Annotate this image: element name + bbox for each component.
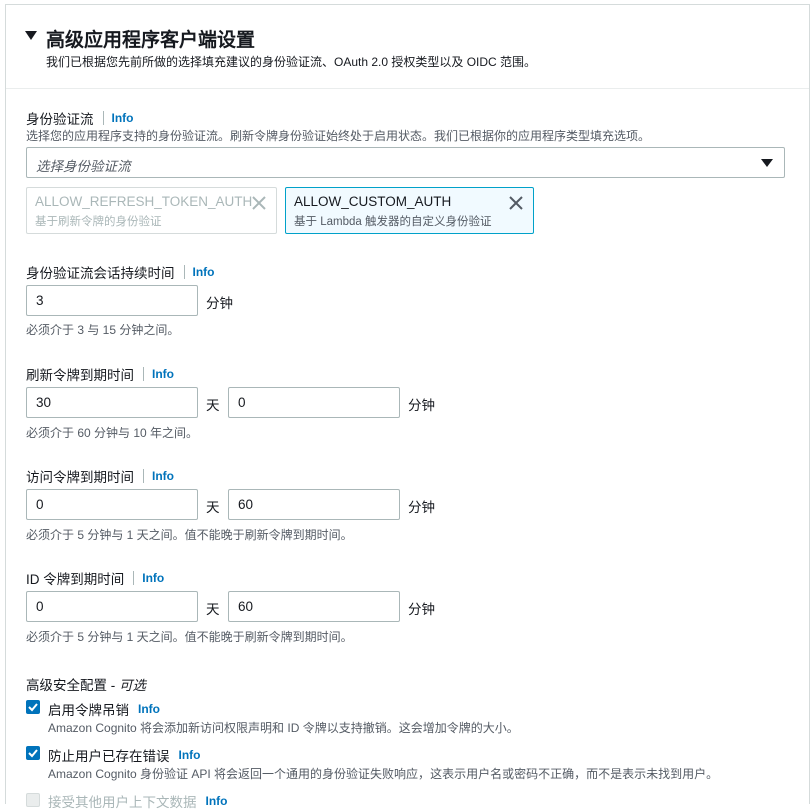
id-token-days-unit: 天	[206, 602, 220, 617]
session-duration-label: 身份验证流会话持续时间	[26, 266, 175, 281]
id-token-minutes-input[interactable]	[228, 591, 400, 622]
refresh-token-info-link[interactable]: Info	[152, 367, 174, 381]
close-icon	[252, 196, 266, 210]
token-revocation-label-row: 启用令牌吊销 Info	[48, 699, 160, 719]
check-icon	[28, 703, 38, 712]
token-revocation-description: Amazon Cognito 将会添加新访问权限声明和 ID 令牌以支持撤销。这…	[48, 721, 519, 735]
additional-user-context-info-link[interactable]: Info	[206, 794, 228, 808]
id-token-minutes-unit: 分钟	[408, 602, 435, 617]
access-token-hint: 必须介于 5 分钟与 1 天之间。值不能晚于刷新令牌到期时间。	[26, 528, 353, 542]
prevent-user-existence-errors-label-row: 防止用户已存在错误 Info	[48, 745, 201, 765]
token-name: ALLOW_CUSTOM_AUTH	[294, 194, 452, 209]
advanced-app-client-settings-panel: 高级应用程序客户端设置 我们已根据您先前所做的选择填充建议的身份验证流、OAut…	[5, 4, 810, 810]
auth-flows-label: 身份验证流	[26, 112, 94, 127]
access-token-minutes-input[interactable]	[228, 489, 400, 520]
check-icon	[28, 749, 38, 758]
token-revocation-info-link[interactable]: Info	[138, 702, 160, 716]
advanced-security-label: 高级安全配置 - 可选	[26, 674, 146, 694]
id-token-label-row: ID 令牌到期时间 Info	[26, 568, 164, 588]
separator	[183, 265, 185, 279]
separator	[133, 571, 135, 585]
additional-user-context-label: 接受其他用户上下文数据	[48, 795, 197, 810]
prevent-user-existence-errors-description: Amazon Cognito 身份验证 API 将会返回一个通用的身份验证失败响…	[48, 767, 719, 781]
token-allow-custom-auth: ALLOW_CUSTOM_AUTH 基于 Lambda 触发器的自定义身份验证	[285, 187, 534, 234]
auth-flows-placeholder: 选择身份验证流	[36, 159, 131, 174]
additional-user-context-label-row: 接受其他用户上下文数据 Info	[48, 791, 228, 811]
auth-flows-description: 选择您的应用程序支持的身份验证流。刷新令牌身份验证始终处于启用状态。我们已根据你…	[26, 129, 651, 143]
auth-flows-label-row: 身份验证流 Info	[26, 108, 134, 128]
token-description: 基于刷新令牌的身份验证	[35, 216, 162, 228]
separator	[143, 367, 144, 381]
token-name: ALLOW_REFRESH_TOKEN_AUTH	[35, 194, 253, 209]
refresh-token-label: 刷新令牌到期时间	[26, 368, 134, 383]
access-token-minutes-unit: 分钟	[408, 500, 435, 515]
section-title: 高级应用程序客户端设置	[46, 30, 256, 51]
optional-tag: 可选	[119, 678, 146, 693]
token-allow-refresh-token-auth: ALLOW_REFRESH_TOKEN_AUTH 基于刷新令牌的身份验证	[26, 187, 277, 234]
additional-user-context-checkbox[interactable]	[26, 793, 40, 807]
access-token-days-input[interactable]	[26, 489, 198, 520]
refresh-token-hint: 必须介于 60 分钟与 10 年之间。	[26, 426, 199, 440]
refresh-token-days-input[interactable]	[26, 387, 198, 418]
prevent-user-existence-errors-checkbox[interactable]	[26, 746, 40, 760]
id-token-days-input[interactable]	[26, 591, 198, 622]
session-duration-unit: 分钟	[206, 296, 233, 311]
refresh-token-label-row: 刷新令牌到期时间 Info	[26, 364, 174, 384]
auth-flows-info-link[interactable]: Info	[112, 111, 134, 125]
id-token-hint: 必须介于 5 分钟与 1 天之间。值不能晚于刷新令牌到期时间。	[26, 630, 353, 644]
section-subtitle: 我们已根据您先前所做的选择填充建议的身份验证流、OAuth 2.0 授权类型以及…	[46, 55, 537, 69]
auth-flows-select[interactable]: 选择身份验证流	[26, 147, 785, 178]
access-token-label: 访问令牌到期时间	[26, 470, 134, 485]
caret-down-icon	[761, 159, 773, 167]
separator	[102, 111, 104, 125]
refresh-token-minutes-input[interactable]	[228, 387, 400, 418]
id-token-label: ID 令牌到期时间	[26, 572, 125, 587]
prevent-user-existence-errors-label[interactable]: 防止用户已存在错误	[48, 745, 170, 765]
access-token-days-unit: 天	[206, 500, 220, 515]
close-icon[interactable]	[508, 195, 524, 211]
caret-down-icon[interactable]	[25, 31, 37, 40]
session-duration-hint: 必须介于 3 与 15 分钟之间。	[26, 323, 180, 337]
session-duration-input[interactable]	[26, 285, 198, 316]
refresh-token-minutes-unit: 分钟	[408, 398, 435, 413]
token-revocation-label[interactable]: 启用令牌吊销	[48, 699, 129, 719]
access-token-label-row: 访问令牌到期时间 Info	[26, 466, 174, 486]
separator	[143, 469, 144, 483]
prevent-user-existence-errors-info-link[interactable]: Info	[179, 748, 201, 762]
section-header[interactable]: 高级应用程序客户端设置 我们已根据您先前所做的选择填充建议的身份验证流、OAut…	[6, 5, 809, 89]
session-duration-info-link[interactable]: Info	[193, 265, 215, 279]
session-duration-label-row: 身份验证流会话持续时间 Info	[26, 262, 215, 282]
token-revocation-checkbox[interactable]	[26, 700, 40, 714]
advanced-security-label-text: 高级安全配置 -	[26, 678, 119, 693]
id-token-info-link[interactable]: Info	[142, 571, 164, 585]
access-token-info-link[interactable]: Info	[152, 469, 174, 483]
token-description: 基于 Lambda 触发器的自定义身份验证	[294, 216, 492, 228]
refresh-token-days-unit: 天	[206, 398, 220, 413]
